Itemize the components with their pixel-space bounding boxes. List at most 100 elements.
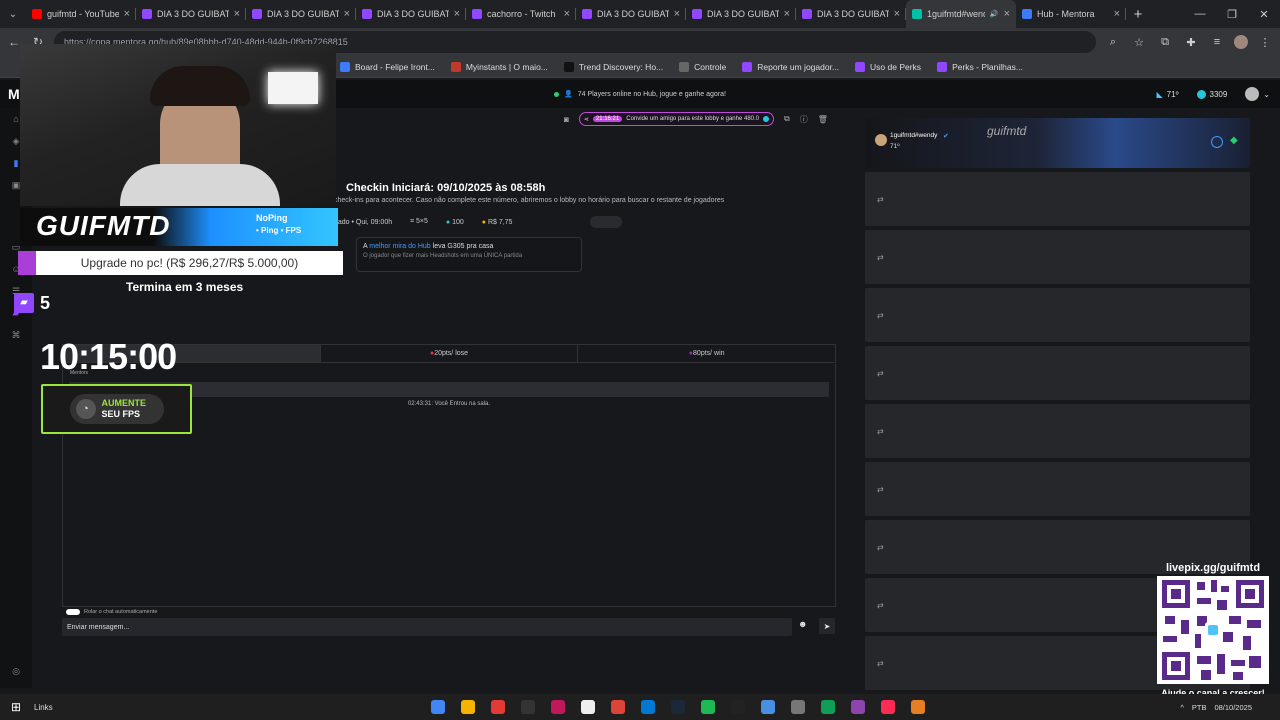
bookmark-item[interactable]: Uso de Perks [855,61,921,72]
autoscroll-toggle[interactable] [66,609,80,615]
score-tab-win[interactable]: ● 80pts/ win [577,345,835,362]
zoom-icon[interactable]: ⌕ [1104,36,1122,49]
tab-close-icon[interactable]: × [344,8,350,20]
empty-player-slot[interactable]: ⇄ [865,172,1250,226]
tab-search-icon[interactable]: ⌄ [0,0,26,28]
invite-text: Convide um amigo para este lobby e ganhe… [626,116,759,122]
bookmark-star-icon[interactable]: ☆ [1130,36,1148,49]
taskbar-app-icon[interactable] [727,696,749,718]
tab-4[interactable]: cachorro - Twitch × [466,0,576,28]
fps-badge: ◔ AUMENTE SEU FPS [41,384,192,434]
tray-lang[interactable]: PTB [1192,703,1207,712]
windows-start-icon[interactable]: ⊞ [0,700,32,714]
emoji-icon[interactable]: ☻ [798,619,807,629]
tab-title: DIA 3 DO GUIBAT [707,9,779,19]
send-icon[interactable]: ➤ [819,618,835,634]
taskbar-app-icon[interactable] [457,696,479,718]
tray-chevron-icon[interactable]: ^ [1180,703,1184,712]
new-tab-button[interactable]: + [1126,6,1150,23]
score-tab-lose[interactable]: ● 20pts/ lose [319,345,578,362]
taskbar-app-icon[interactable] [547,696,569,718]
promo-sub: O jogador que fizer mais Headshots em um… [363,253,523,259]
empty-player-slot[interactable]: ⇄ [865,288,1250,342]
banner-text: 74 Players online no Hub, jogue e ganhe … [577,90,726,98]
empty-player-slot[interactable]: ⇄ [865,404,1250,458]
tab-close-icon[interactable]: × [124,8,130,20]
taskbar-links[interactable]: Links [34,703,53,712]
close-window-icon[interactable]: ✕ [1248,8,1280,21]
taskbar-app-icon[interactable] [817,696,839,718]
taskbar-app-icon[interactable] [907,696,929,718]
coins-chip[interactable]: 3309 [1196,89,1227,99]
taskbar-app-icon[interactable] [787,696,809,718]
taskbar-app-icon[interactable] [847,696,869,718]
taskbar-app-icon[interactable] [487,696,509,718]
tab-close-icon[interactable]: × [1114,8,1120,20]
tab-favicon-icon [472,9,482,19]
bookmark-label: Board - Felipe Iront... [355,61,435,72]
tab-close-icon[interactable]: × [784,8,790,20]
tab-close-icon[interactable]: × [674,8,680,20]
more-menu-icon[interactable]: ⋮ [1256,36,1274,49]
invite-button[interactable]: ⋖ 21:16:21 Convide um amigo para este lo… [578,112,774,126]
taskbar-app-icon[interactable] [427,696,449,718]
tab-9[interactable]: Hub - Mentora × [1016,0,1126,28]
chat-input[interactable]: Enviar mensagem... [62,618,792,636]
sidebar-controller-icon[interactable]: ⌘ [0,324,32,346]
taskbar-app-icon[interactable] [667,696,689,718]
tab-3[interactable]: DIA 3 DO GUIBAT × [356,0,466,28]
speaker-icon[interactable]: 🔊 [990,10,999,18]
bookmark-item[interactable]: Perks - Planilhas... [937,61,1023,72]
sidebar-support-icon[interactable]: ◎ [0,660,32,682]
trash-icon[interactable]: 🗑 [818,115,828,124]
bookmark-item[interactable]: Trend Discovery: Ho... [563,61,663,72]
tab-8[interactable]: 1guifmtd#wendy 🔊 × [906,0,1016,28]
taskbar-app-icon[interactable] [877,696,899,718]
info-icon[interactable]: ⓘ [800,114,808,125]
toggle-switch[interactable] [590,216,623,228]
tab-close-icon[interactable]: × [564,8,570,20]
user-avatar[interactable] [1245,87,1260,101]
minimize-icon[interactable]: — [1184,8,1216,21]
empty-player-slot[interactable]: ⇄ [865,230,1250,284]
taskbar-app-icon[interactable] [757,696,779,718]
tray-date[interactable]: 08/10/2025 [1214,703,1252,712]
tab-close-icon[interactable]: × [234,8,240,20]
extension-icon[interactable]: ⧉ [1156,36,1174,49]
media-icon[interactable]: ≡ [1208,36,1226,48]
tab-5[interactable]: DIA 3 DO GUIBAT × [576,0,686,28]
tab-6[interactable]: DIA 3 DO GUIBAT × [686,0,796,28]
tab-close-icon[interactable]: × [894,8,900,20]
taskbar-app-icon[interactable] [607,696,629,718]
tab-7[interactable]: DIA 3 DO GUIBAT × [796,0,906,28]
puzzle-icon[interactable]: ✚ [1182,36,1200,49]
taskbar-app-icon[interactable] [577,696,599,718]
promo-card: A melhor mira do Hub leva G305 pra casa … [356,237,582,272]
restore-icon[interactable]: ❐ [1216,8,1248,21]
copy-icon[interactable]: ⧉ [784,114,790,124]
tab-2[interactable]: DIA 3 DO GUIBAT × [246,0,356,28]
taskbar-app-icon[interactable] [517,696,539,718]
bookmark-item[interactable]: Board - Felipe Iront... [340,61,435,72]
tab-0[interactable]: guifmtd - YouTube × [26,0,136,28]
chevron-down-icon[interactable]: ⌄ [1263,90,1270,99]
mode-chip: ⌗ 5×5 [410,218,428,226]
tab-close-icon[interactable]: × [1004,8,1010,20]
bookmark-item[interactable]: Reporte um jogador... [742,61,839,72]
app-glyph [790,700,805,714]
empty-player-slot[interactable]: ⇄ [865,462,1250,516]
player-card[interactable]: 1guifmtd#wendy ✔ 71º guifmtd ◆ [865,118,1250,168]
tab-favicon-icon [1022,9,1032,19]
bookmark-item[interactable]: Myinstants | O maio... [450,61,548,72]
profile-avatar[interactable] [1234,35,1248,49]
tab-1[interactable]: DIA 3 DO GUIBAT × [136,0,246,28]
bookmark-label: Perks - Planilhas... [952,61,1023,72]
lobby-date: dado • Qui, 09:00h [334,218,393,226]
app-glyph [850,700,865,714]
discord-icon[interactable]: ◙ [564,115,569,124]
taskbar-app-icon[interactable] [697,696,719,718]
empty-player-slot[interactable]: ⇄ [865,346,1250,400]
bookmark-item[interactable]: Controle [679,61,726,72]
tab-close-icon[interactable]: × [454,8,460,20]
taskbar-app-icon[interactable] [637,696,659,718]
